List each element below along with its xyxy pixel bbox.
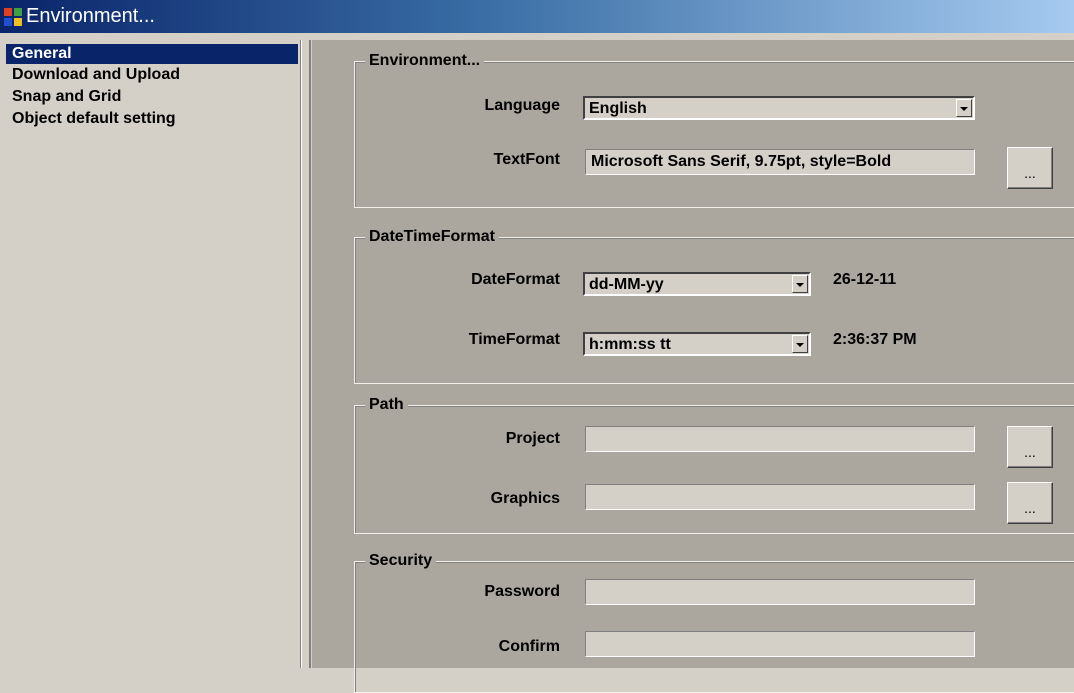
security-legend: Security bbox=[365, 550, 437, 572]
sidebar-item-label: Download and Upload bbox=[12, 66, 180, 83]
project-path-input[interactable] bbox=[585, 426, 975, 452]
chevron-down-icon[interactable] bbox=[792, 335, 808, 353]
password-input[interactable] bbox=[585, 579, 975, 605]
path-group: Path Project ... Graphics ... bbox=[354, 394, 1074, 534]
sidebar-item-label: Object default setting bbox=[12, 110, 176, 127]
language-value: English bbox=[589, 100, 647, 117]
time-preview: 2:36:37 PM bbox=[833, 331, 917, 348]
settings-category-list[interactable]: General Download and Upload Snap and Gri… bbox=[4, 40, 301, 668]
sidebar-item-label: Snap and Grid bbox=[12, 88, 122, 105]
project-label: Project bbox=[505, 430, 560, 447]
timeformat-label: TimeFormat bbox=[468, 331, 560, 348]
timeformat-value: h:mm:ss tt bbox=[589, 336, 671, 353]
settings-panel: Environment... Language English TextFont… bbox=[312, 40, 1074, 693]
graphics-path-input[interactable] bbox=[585, 484, 975, 510]
confirm-label: Confirm bbox=[498, 638, 560, 655]
graphics-label: Graphics bbox=[490, 490, 560, 507]
sidebar-item-snap-grid[interactable]: Snap and Grid bbox=[6, 87, 298, 107]
date-preview: 26-12-11 bbox=[833, 271, 897, 288]
security-group: Security Password Confirm bbox=[354, 550, 1074, 693]
dateformat-label: DateFormat bbox=[471, 271, 560, 288]
datetime-legend: DateTimeFormat bbox=[365, 226, 499, 248]
environment-legend: Environment... bbox=[365, 50, 485, 72]
dateformat-select[interactable]: dd-MM-yy bbox=[583, 272, 811, 296]
app-icon bbox=[4, 8, 22, 26]
language-label: Language bbox=[484, 97, 560, 114]
window-title: Environment... bbox=[26, 5, 155, 27]
environment-group: Environment... Language English TextFont… bbox=[354, 50, 1074, 208]
datetime-group: DateTimeFormat DateFormat dd-MM-yy 26-12… bbox=[354, 226, 1074, 384]
dateformat-value: dd-MM-yy bbox=[589, 276, 664, 293]
window-titlebar[interactable]: Environment... bbox=[0, 0, 1074, 33]
textfont-field: Microsoft Sans Serif, 9.75pt, style=Bold bbox=[585, 149, 975, 175]
sidebar-item-download-upload[interactable]: Download and Upload bbox=[6, 65, 298, 85]
project-browse-button[interactable]: ... bbox=[1007, 426, 1053, 468]
language-select[interactable]: English bbox=[583, 96, 975, 120]
timeformat-select[interactable]: h:mm:ss tt bbox=[583, 332, 811, 356]
password-label: Password bbox=[484, 583, 560, 600]
textfont-label: TextFont bbox=[493, 151, 560, 168]
textfont-browse-button[interactable]: ... bbox=[1007, 147, 1053, 189]
chevron-down-icon[interactable] bbox=[792, 275, 808, 293]
confirm-password-input[interactable] bbox=[585, 631, 975, 657]
sidebar-item-general[interactable]: General bbox=[6, 44, 298, 64]
sidebar-item-label: General bbox=[12, 45, 72, 62]
chevron-down-icon[interactable] bbox=[956, 99, 972, 117]
sidebar-item-object-default[interactable]: Object default setting bbox=[6, 109, 298, 129]
splitter-bar[interactable] bbox=[301, 40, 311, 668]
graphics-browse-button[interactable]: ... bbox=[1007, 482, 1053, 524]
path-legend: Path bbox=[365, 394, 408, 416]
textfont-value: Microsoft Sans Serif, 9.75pt, style=Bold bbox=[591, 153, 892, 170]
